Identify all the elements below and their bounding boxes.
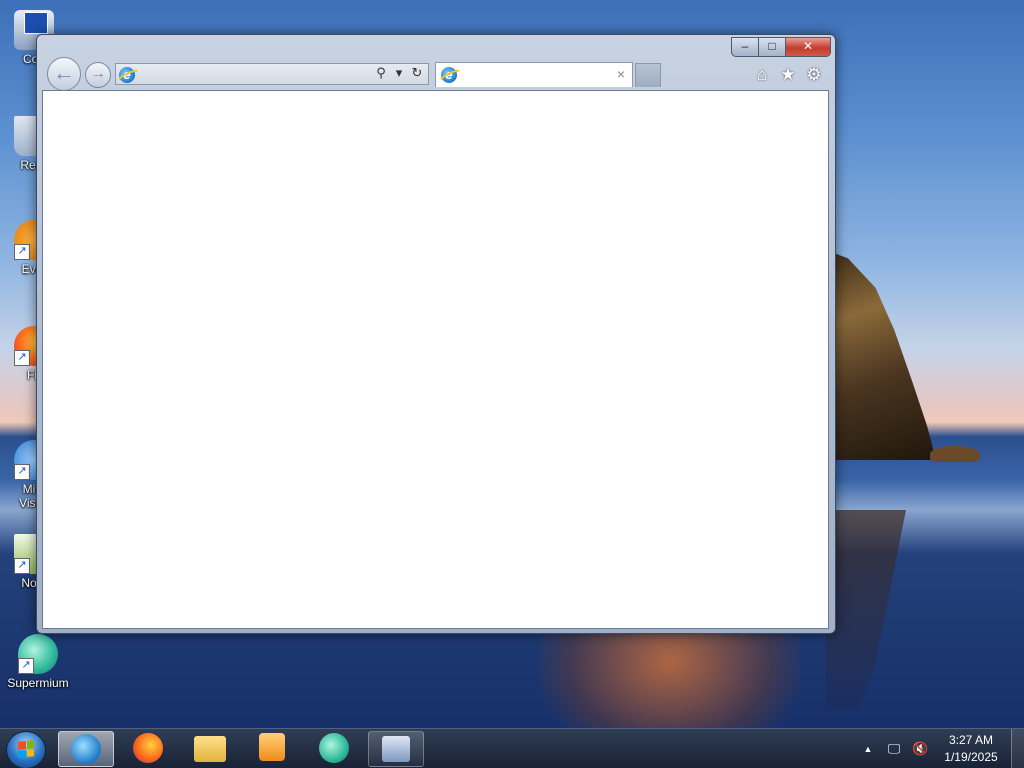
taskbar-file-explorer[interactable] — [182, 731, 238, 767]
home-icon[interactable]: ⌂ — [753, 65, 771, 85]
internet-explorer-icon — [71, 734, 101, 764]
refresh-icon[interactable]: ↻ — [410, 65, 424, 81]
minimize-button[interactable]: – — [731, 37, 759, 57]
desktop-icon-supermium[interactable]: ↗ Supermium — [6, 634, 70, 690]
system-tray: ▲ 🖵 🔇 3:27 AM 1/19/2025 — [860, 729, 1004, 768]
wallpaper-rock — [930, 446, 980, 462]
search-icon[interactable]: ⚲ — [374, 65, 388, 81]
volume-muted-icon[interactable]: 🔇 — [912, 741, 928, 757]
wallpaper-cliff — [826, 250, 936, 460]
clock[interactable]: 3:27 AM 1/19/2025 — [938, 732, 1004, 766]
supermium-icon — [319, 733, 349, 763]
chevron-down-icon[interactable]: ▾ — [392, 65, 406, 81]
favorites-star-icon[interactable]: ★ — [779, 65, 797, 85]
windows-logo-icon — [18, 740, 34, 758]
supermium-icon: ↗ — [18, 634, 58, 674]
taskbar: ▲ 🖵 🔇 3:27 AM 1/19/2025 — [0, 728, 1024, 768]
taskbar-supermium[interactable] — [306, 731, 362, 767]
page-favicon-icon: e — [119, 67, 135, 83]
forward-button[interactable]: → — [85, 62, 111, 88]
page-content-area[interactable] — [42, 90, 829, 629]
gear-icon[interactable]: ⚙ — [805, 65, 823, 85]
back-button[interactable]: ← — [47, 57, 81, 91]
desktop-icon-label: Supermium — [7, 676, 69, 690]
shortcut-arrow-icon: ↗ — [14, 350, 30, 366]
tab-close-button[interactable]: × — [614, 66, 628, 82]
folder-icon — [194, 736, 226, 762]
clock-time: 3:27 AM — [948, 733, 994, 747]
shortcut-arrow-icon: ↗ — [18, 658, 34, 674]
tray-overflow-icon[interactable]: ▲ — [860, 744, 876, 754]
wallpaper-reflection — [826, 510, 906, 710]
shortcut-arrow-icon: ↗ — [14, 464, 30, 480]
tab-favicon-icon: e — [441, 67, 457, 83]
taskbar-media-player[interactable] — [244, 731, 300, 767]
show-desktop-button[interactable] — [1011, 729, 1024, 768]
internet-explorer-window: – □ ✕ ← → e ⚲ ▾ ↻ e × ⌂ ★ ⚙ — [36, 34, 836, 634]
remote-desktop-icon — [382, 736, 410, 762]
command-icons: ⌂ ★ ⚙ — [753, 65, 823, 85]
address-tools: ⚲ ▾ ↻ — [374, 65, 424, 81]
network-icon[interactable]: 🖵 — [886, 741, 902, 757]
taskbar-firefox[interactable] — [120, 731, 176, 767]
caption-buttons: – □ ✕ — [731, 37, 831, 57]
taskbar-remote-desktop[interactable] — [368, 731, 424, 767]
address-input[interactable] — [138, 66, 372, 84]
clock-date: 1/19/2025 — [944, 750, 998, 764]
browser-tab[interactable]: e × — [435, 62, 633, 87]
taskbar-internet-explorer[interactable] — [58, 731, 114, 767]
new-tab-button[interactable] — [635, 63, 661, 87]
shortcut-arrow-icon: ↗ — [14, 244, 30, 260]
media-player-icon — [259, 733, 285, 761]
start-button[interactable] — [6, 731, 46, 768]
maximize-button[interactable]: □ — [759, 37, 786, 57]
shortcut-arrow-icon: ↗ — [14, 558, 30, 574]
firefox-icon — [133, 733, 163, 763]
address-bar[interactable]: e ⚲ ▾ ↻ — [115, 63, 429, 85]
close-button[interactable]: ✕ — [786, 37, 831, 57]
